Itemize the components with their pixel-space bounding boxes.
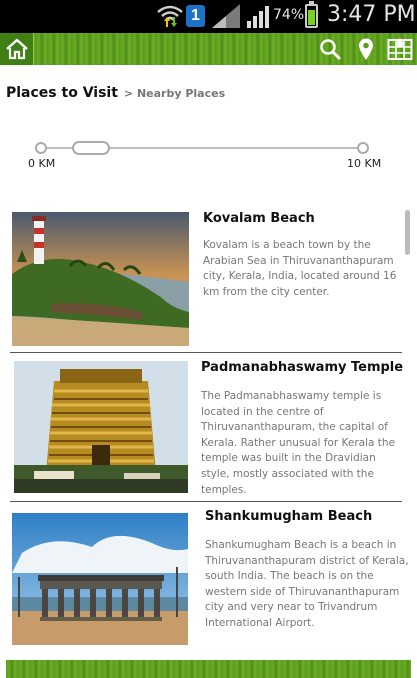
clock: 3:47 PM bbox=[327, 2, 416, 27]
place-description: Kovalam is a beach town by the Arabian S… bbox=[203, 239, 397, 298]
list-item-padmanabhaswamy-temple[interactable]: Padmanabhaswamy Temple The Padmanabhaswa… bbox=[0, 353, 417, 501]
home-button[interactable] bbox=[0, 33, 34, 65]
page-title-row: Places to Visit > Nearby Places bbox=[6, 84, 225, 104]
place-name: Shankumugham Beach bbox=[205, 509, 373, 524]
list-item-shankumugham-beach[interactable]: Shankumugham Beach Shankumugham Beach is… bbox=[0, 502, 417, 657]
distance-slider[interactable] bbox=[35, 140, 369, 156]
shankumugham-beach-image bbox=[12, 513, 188, 645]
battery-percent: 74% bbox=[273, 7, 305, 23]
place-description: Shankumugham Beach is a beach in Thiruva… bbox=[205, 539, 409, 629]
slider-max-label: 10 KM bbox=[347, 157, 382, 170]
list-item-kovalam-beach[interactable]: Kovalam Beach Kovalam is a beach town by… bbox=[0, 205, 417, 352]
map-grid-icon bbox=[387, 38, 413, 60]
slider-min-handle bbox=[35, 142, 47, 154]
place-name: Padmanabhaswamy Temple bbox=[201, 360, 404, 375]
wifi-icon bbox=[157, 5, 183, 27]
cell-signal-icon bbox=[247, 6, 269, 28]
map-view-button[interactable] bbox=[384, 33, 416, 65]
kovalam-beach-image bbox=[12, 212, 189, 346]
footer-bar bbox=[6, 660, 411, 678]
app-header bbox=[0, 33, 417, 65]
battery-icon bbox=[305, 1, 318, 28]
slider-min-label: 0 KM bbox=[28, 157, 56, 170]
slider-max-handle bbox=[357, 142, 369, 154]
search-icon bbox=[320, 39, 341, 60]
place-name: Kovalam Beach bbox=[203, 211, 315, 226]
notification-badge: 1 bbox=[186, 5, 205, 27]
padmanabhaswamy-temple-image bbox=[14, 361, 188, 493]
places-list: Kovalam Beach Kovalam is a beach town by… bbox=[0, 205, 417, 657]
map-pin-icon bbox=[359, 38, 373, 60]
search-button[interactable] bbox=[314, 33, 346, 65]
page-title: Places to Visit bbox=[6, 85, 118, 101]
status-bar: 1 74% 3:47 PM bbox=[0, 0, 417, 33]
slider-thumb[interactable] bbox=[72, 141, 110, 155]
signal-icon bbox=[212, 4, 240, 28]
location-button[interactable] bbox=[350, 33, 382, 65]
list-scrollbar[interactable] bbox=[405, 210, 410, 255]
breadcrumb[interactable]: > Nearby Places bbox=[124, 87, 225, 100]
place-description: The Padmanabhaswamy temple is located in… bbox=[201, 390, 396, 496]
home-icon bbox=[5, 38, 28, 60]
